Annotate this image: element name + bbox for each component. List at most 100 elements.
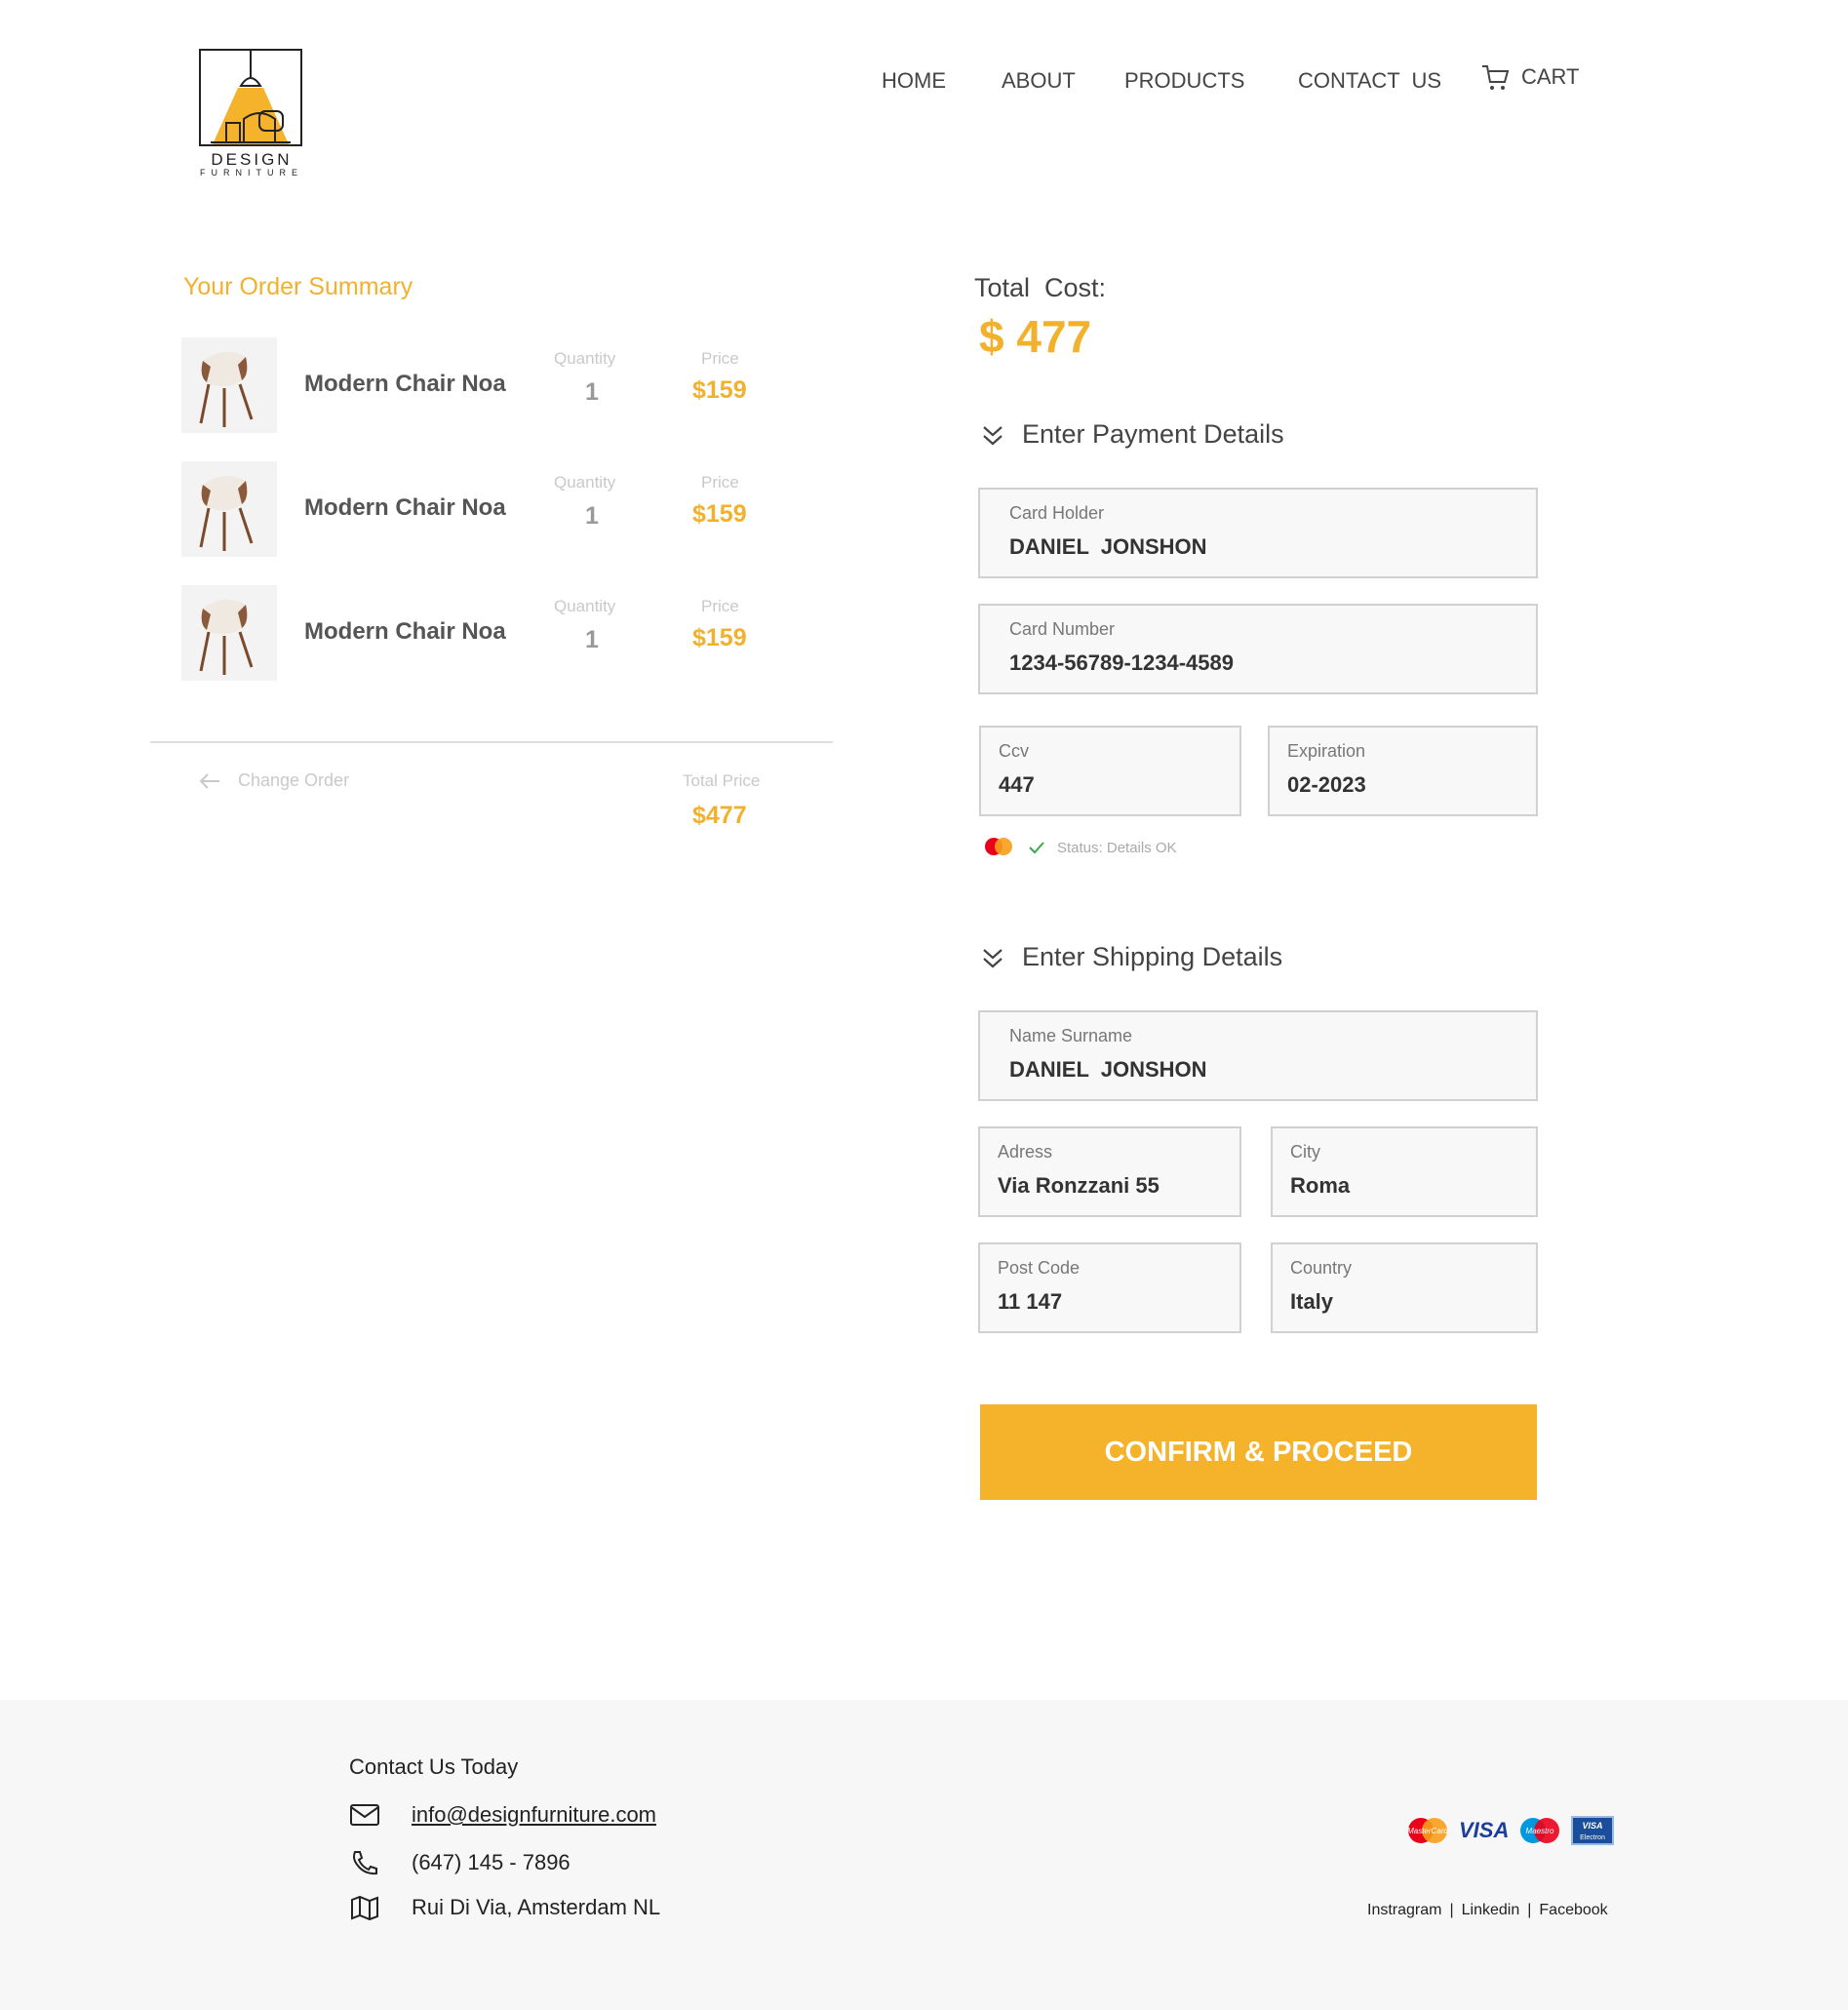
address-value: Via Ronzzani 55 <box>998 1173 1160 1198</box>
country-value: Italy <box>1290 1289 1334 1314</box>
product-thumbnail[interactable] <box>181 337 277 433</box>
name-surname-field[interactable]: Name Surname DANIEL JONSHON <box>978 1010 1538 1101</box>
maestro-logo-text: Maestro <box>1526 1827 1554 1835</box>
visa-electron-logo-text: VISA <box>1583 1821 1603 1831</box>
logo-text: DESIGN <box>211 150 293 169</box>
instagram-link[interactable]: Instragram <box>1367 1902 1441 1918</box>
footer-contact-title: Contact Us Today <box>349 1754 519 1779</box>
quantity-label: Quantity <box>554 349 616 368</box>
footer-phone-row: (647) 145 - 7896 <box>349 1849 570 1876</box>
footer-email-row: info@designfurniture.com <box>349 1802 656 1828</box>
product-thumbnail[interactable] <box>181 585 277 681</box>
order-item: Modern Chair Noa Quantity 1 Price $159 <box>181 461 806 559</box>
footer-phone: (647) 145 - 7896 <box>412 1850 570 1874</box>
mastercard-logo-text: MasterCard <box>1407 1827 1448 1835</box>
check-icon <box>1029 842 1044 854</box>
expiration-label: Expiration <box>1287 741 1366 761</box>
card-number-label: Card Number <box>1009 619 1116 639</box>
name-surname-value: DANIEL JONSHON <box>1009 1057 1207 1082</box>
payment-status: Status: Details OK <box>981 836 1177 859</box>
change-order-link[interactable]: Change Order <box>199 770 349 791</box>
change-order-label: Change Order <box>238 770 350 790</box>
address-label: Adress <box>998 1142 1053 1162</box>
price-label: Price <box>701 597 739 615</box>
total-price-value: $477 <box>692 802 747 829</box>
quantity-label: Quantity <box>554 473 616 492</box>
facebook-link[interactable]: Facebook <box>1539 1902 1607 1918</box>
order-summary-title: Your Order Summary <box>183 273 413 300</box>
card-holder-field[interactable]: Card Holder DANIEL JONSHON <box>978 488 1538 578</box>
total-cost-label: Total Cost: <box>974 273 1106 303</box>
brand-logo[interactable]: DESIGN FURNITURE <box>199 49 304 177</box>
quantity-value: 1 <box>585 502 599 530</box>
card-holder-value: DANIEL JONSHON <box>1009 534 1207 559</box>
quantity-label: Quantity <box>554 597 616 615</box>
total-price-label: Total Price <box>683 771 761 790</box>
nav-contact-label: CONTACT US <box>1298 68 1442 93</box>
product-name: Modern Chair Noa <box>304 371 506 397</box>
price-value: $159 <box>692 624 747 651</box>
footer <box>0 1700 1848 2010</box>
shipping-section-title: Enter Shipping Details <box>1022 942 1283 971</box>
order-item: Modern Chair Noa Quantity 1 Price $159 <box>181 585 806 683</box>
product-thumbnail[interactable] <box>181 461 277 557</box>
nav-about[interactable]: ABOUT <box>1002 68 1076 94</box>
payment-section-toggle[interactable]: Enter Payment Details <box>981 419 1284 450</box>
country-label: Country <box>1290 1258 1353 1278</box>
expiration-field[interactable]: Expiration 02-2023 <box>1268 726 1538 816</box>
country-field[interactable]: Country Italy <box>1271 1242 1538 1333</box>
ccv-value: 447 <box>999 772 1035 797</box>
postcode-label: Post Code <box>998 1258 1081 1278</box>
nav-cart-label: CART <box>1521 64 1580 89</box>
footer-address-row: Rui Di Via, Amsterdam NL <box>349 1894 660 1921</box>
nav-home[interactable]: HOME <box>882 68 946 94</box>
summary-divider <box>150 741 833 743</box>
city-value: Roma <box>1290 1173 1351 1198</box>
price-label: Price <box>701 473 739 492</box>
double-chevron-down-icon <box>983 425 1003 445</box>
lamp-furniture-icon <box>211 51 291 144</box>
nav-contact[interactable]: CONTACT US <box>1298 68 1441 94</box>
card-number-value: 1234-56789-1234-4589 <box>1009 650 1234 675</box>
expiration-value: 02-2023 <box>1287 772 1366 797</box>
city-label: City <box>1290 1142 1320 1162</box>
address-field[interactable]: Adress Via Ronzzani 55 <box>978 1126 1241 1217</box>
card-number-field[interactable]: Card Number 1234-56789-1234-4589 <box>978 604 1538 694</box>
product-name: Modern Chair Noa <box>304 618 506 645</box>
name-surname-label: Name Surname <box>1009 1026 1133 1045</box>
logo-mark <box>199 49 302 146</box>
separator: | <box>1449 1902 1454 1918</box>
double-chevron-down-icon <box>983 948 1003 967</box>
footer-email-link[interactable]: info@designfurniture.com <box>412 1802 656 1828</box>
ccv-label: Ccv <box>999 741 1029 761</box>
postcode-field[interactable]: Post Code 11 147 <box>978 1242 1241 1333</box>
order-item: Modern Chair Noa Quantity 1 Price $159 <box>181 337 806 435</box>
logo-subtext: FURNITURE <box>200 168 303 177</box>
visa-electron-logo-icon: VISA Electron <box>1571 1816 1615 1845</box>
chair-icon <box>199 475 254 551</box>
quantity-value: 1 <box>585 378 599 406</box>
mastercard-logo-icon: MasterCard <box>1407 1818 1448 1843</box>
confirm-proceed-button[interactable]: CONFIRM & PROCEED <box>980 1404 1537 1500</box>
nav-products[interactable]: PRODUCTS <box>1124 68 1244 94</box>
social-links: Instragram | Linkedin | Facebook <box>1367 1902 1608 1919</box>
city-field[interactable]: City Roma <box>1271 1126 1538 1217</box>
product-name: Modern Chair Noa <box>304 494 506 521</box>
shipping-section-toggle[interactable]: Enter Shipping Details <box>981 942 1282 972</box>
linkedin-link[interactable]: Linkedin <box>1462 1902 1520 1918</box>
visa-logo-icon: VISA <box>1459 1818 1510 1842</box>
footer-address: Rui Di Via, Amsterdam NL <box>412 1895 661 1919</box>
cart-icon <box>1482 65 1510 90</box>
postcode-value: 11 147 <box>998 1289 1063 1314</box>
visa-electron-logo-subtext: Electron <box>1581 1834 1606 1841</box>
mastercard-icon <box>985 838 1012 855</box>
separator: | <box>1527 1902 1532 1918</box>
quantity-value: 1 <box>585 626 599 653</box>
total-cost-label-text: Total Cost: <box>974 273 1107 302</box>
mail-icon <box>350 1804 379 1826</box>
payment-cards: MasterCard VISA Maestro VISA Electron <box>1404 1816 1615 1845</box>
chair-icon <box>199 599 254 675</box>
nav-cart[interactable]: CART <box>1480 62 1580 92</box>
price-value: $159 <box>692 500 747 528</box>
ccv-field[interactable]: Ccv 447 <box>979 726 1241 816</box>
